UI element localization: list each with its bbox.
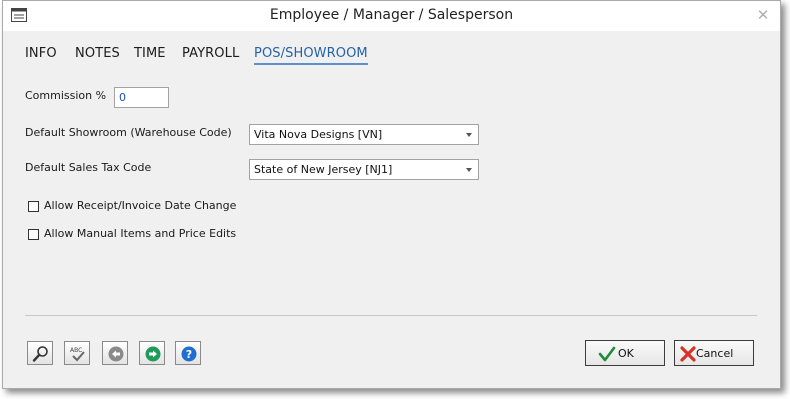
help-button[interactable]: ? (175, 341, 201, 365)
dialog-window: Employee / Manager / Salesperson ✕ INFO … (2, 0, 781, 389)
tab-pos-showroom[interactable]: POS/SHOWROOM (254, 46, 368, 65)
tab-notes[interactable]: NOTES (75, 46, 120, 61)
allow-date-change-label: Allow Receipt/Invoice Date Change (44, 199, 237, 212)
close-button[interactable]: ✕ (752, 5, 774, 25)
back-arrow-icon (108, 346, 124, 362)
chevron-down-icon (466, 133, 472, 137)
title-bar: Employee / Manager / Salesperson ✕ (3, 1, 780, 31)
help-icon: ? (181, 346, 197, 362)
cancel-label: Cancel (696, 347, 734, 360)
forward-button[interactable] (139, 341, 165, 365)
ok-label: OK (618, 347, 634, 360)
tax-code-select[interactable]: State of New Jersey [NJ1] (249, 159, 479, 180)
showroom-value: Vita Nova Designs [VN] (254, 128, 383, 141)
cancel-x-icon (680, 346, 696, 362)
cancel-button[interactable]: Cancel (674, 340, 754, 366)
allow-date-change-checkbox[interactable] (28, 201, 39, 212)
magnifier-icon (32, 346, 48, 362)
checkmark-icon (598, 346, 616, 362)
search-button[interactable] (27, 341, 53, 365)
chevron-down-icon (466, 168, 472, 172)
tab-info[interactable]: INFO (25, 46, 57, 61)
spellcheck-icon: ABC (70, 347, 85, 362)
tax-code-label: Default Sales Tax Code (25, 161, 152, 174)
showroom-label: Default Showroom (Warehouse Code) (25, 126, 232, 139)
spellcheck-button[interactable]: ABC (64, 341, 90, 365)
spellcheck-text: ABC (70, 347, 82, 354)
back-button[interactable] (102, 341, 128, 365)
commission-label: Commission % (25, 89, 107, 102)
tax-code-value: State of New Jersey [NJ1] (254, 163, 393, 176)
forward-arrow-icon (145, 346, 161, 362)
footer-divider (25, 315, 757, 316)
close-icon: ✕ (756, 6, 770, 24)
commission-input[interactable] (114, 87, 169, 108)
allow-manual-items-label: Allow Manual Items and Price Edits (44, 227, 237, 240)
allow-manual-items-checkbox[interactable] (28, 229, 39, 240)
help-text: ? (186, 348, 192, 361)
tab-payroll[interactable]: PAYROLL (182, 46, 239, 61)
ok-button[interactable]: OK (585, 340, 665, 366)
tab-time[interactable]: TIME (134, 46, 166, 61)
showroom-select[interactable]: Vita Nova Designs [VN] (249, 124, 479, 145)
window-title: Employee / Manager / Salesperson (269, 7, 514, 23)
